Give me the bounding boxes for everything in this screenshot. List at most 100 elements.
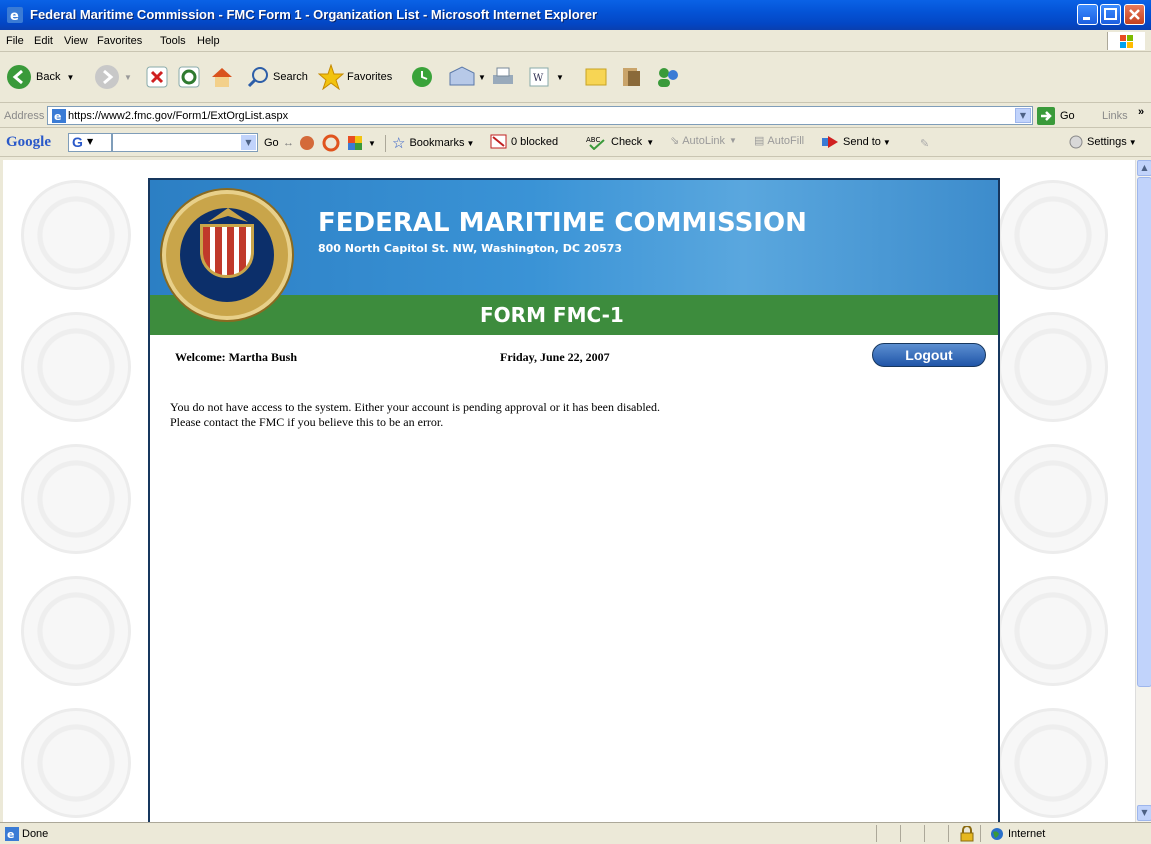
address-dropdown-icon[interactable]: ▼ bbox=[1015, 108, 1031, 123]
spiral-icon[interactable] bbox=[322, 134, 340, 152]
forward-arrow-icon bbox=[95, 65, 119, 89]
refresh-button[interactable] bbox=[178, 63, 200, 91]
research-button[interactable] bbox=[620, 63, 644, 91]
puzzle-dropdown-icon[interactable]: ▼ bbox=[368, 139, 376, 148]
ie-logo-icon: e bbox=[7, 7, 23, 23]
autolink-icon: ⇘ bbox=[670, 135, 680, 147]
menu-view[interactable]: View bbox=[64, 35, 88, 47]
messenger-button[interactable] bbox=[654, 63, 682, 91]
watermark-seal-icon bbox=[21, 444, 131, 554]
arrows-icon[interactable]: ↔ bbox=[283, 137, 294, 149]
favorites-star-icon bbox=[318, 64, 344, 90]
chevron-right-icon[interactable]: » bbox=[1138, 106, 1144, 118]
puzzle-icon[interactable] bbox=[346, 134, 364, 152]
svg-text:e: e bbox=[54, 110, 61, 123]
form-title: FORM FMC-1 bbox=[480, 303, 624, 327]
google-toolbar: Google G ▼ ▼ Go ↔ ▼ ☆ Bookmarks ▼ 0 bloc… bbox=[0, 129, 1151, 157]
shield-icon bbox=[200, 224, 254, 278]
settings-icon bbox=[1069, 135, 1083, 149]
history-button[interactable] bbox=[410, 63, 434, 91]
menu-file[interactable]: File bbox=[6, 35, 24, 47]
settings-button[interactable]: Settings ▼ bbox=[1068, 134, 1137, 150]
lock-icon[interactable] bbox=[960, 826, 974, 842]
content-panel: FEDERAL MARITIME COMMISSION 800 North Ca… bbox=[148, 178, 1000, 822]
page-header-title: FEDERAL MARITIME COMMISSION bbox=[318, 208, 807, 238]
minimize-button[interactable] bbox=[1077, 4, 1098, 25]
menu-edit[interactable]: Edit bbox=[34, 35, 53, 47]
forward-dropdown-icon: ▼ bbox=[124, 72, 132, 82]
spellcheck-button[interactable]: ABC Check ▼ bbox=[586, 134, 654, 150]
pencil-icon[interactable]: ✎ bbox=[920, 137, 929, 150]
security-zone: Internet bbox=[1008, 828, 1046, 840]
menu-bar: File Edit View Favorites Tools Help bbox=[0, 30, 1151, 52]
status-bar: e Done Internet bbox=[0, 822, 1151, 844]
forward-button[interactable]: ▼ bbox=[94, 63, 132, 91]
menu-tools[interactable]: Tools bbox=[160, 35, 186, 47]
autolink-button[interactable]: ⇘ AutoLink ▼ bbox=[670, 134, 737, 148]
print-button[interactable] bbox=[490, 63, 516, 91]
separator bbox=[924, 825, 925, 842]
send-to-button[interactable]: Send to ▼ bbox=[822, 134, 891, 150]
watermark-seal-icon bbox=[21, 576, 131, 686]
logout-button[interactable]: Logout bbox=[872, 343, 986, 367]
stop-button[interactable] bbox=[146, 63, 168, 91]
google-menu-button[interactable]: G ▼ bbox=[68, 133, 112, 152]
watermark-seal-icon bbox=[21, 180, 131, 290]
page-done-icon: e bbox=[5, 827, 19, 841]
autolink-dropdown-icon: ▼ bbox=[729, 136, 737, 145]
bookmarks-button[interactable]: ☆ Bookmarks ▼ bbox=[392, 134, 474, 152]
back-dropdown-icon: ▼ bbox=[66, 72, 75, 82]
back-button[interactable]: Back ▼ bbox=[6, 63, 74, 91]
popup-blocker-button[interactable]: 0 blocked bbox=[490, 134, 558, 150]
refresh-icon bbox=[178, 66, 200, 88]
home-button[interactable] bbox=[210, 63, 234, 91]
address-bar: Address e https://www2.fmc.gov/Form1/Ext… bbox=[0, 104, 1151, 128]
edit-dropdown-icon: ▼ bbox=[556, 72, 564, 82]
google-search-input[interactable]: ▼ bbox=[112, 133, 258, 152]
browser-window: e Federal Maritime Commission - FMC Form… bbox=[0, 0, 1151, 844]
separator bbox=[876, 825, 877, 842]
scroll-thumb[interactable] bbox=[1137, 177, 1151, 687]
maximize-button[interactable] bbox=[1100, 4, 1121, 25]
watermark-seal-icon bbox=[998, 180, 1108, 290]
window-title: Federal Maritime Commission - FMC Form 1… bbox=[30, 7, 598, 22]
scroll-up-icon[interactable]: ▲ bbox=[1137, 160, 1151, 176]
scroll-down-icon[interactable]: ▼ bbox=[1137, 805, 1151, 821]
stop-icon bbox=[146, 66, 168, 88]
search-button[interactable]: Search bbox=[246, 63, 308, 91]
favorites-button[interactable]: Favorites bbox=[318, 63, 392, 91]
bookmarks-dropdown-icon: ▼ bbox=[466, 138, 475, 148]
menu-favorites[interactable]: Favorites bbox=[97, 35, 142, 47]
address-input[interactable]: e https://www2.fmc.gov/Form1/ExtOrgList.… bbox=[47, 106, 1033, 125]
current-date: Friday, June 22, 2007 bbox=[500, 350, 610, 364]
page-viewport: FEDERAL MARITIME COMMISSION 800 North Ca… bbox=[3, 160, 1135, 822]
google-g-icon: G bbox=[72, 134, 83, 150]
vertical-scrollbar[interactable]: ▲ ▼ bbox=[1135, 160, 1151, 822]
home-icon bbox=[212, 68, 232, 87]
maximize-icon bbox=[1104, 8, 1117, 20]
check-dropdown-icon: ▼ bbox=[646, 137, 655, 147]
links-button[interactable]: Links bbox=[1102, 110, 1128, 122]
svg-text:ABC: ABC bbox=[586, 136, 600, 144]
menu-help[interactable]: Help bbox=[197, 35, 220, 47]
standard-toolbar: Back ▼ ▼ Search Favorites ▼ W ▼ bbox=[0, 53, 1151, 103]
welcome-text: Welcome: Martha Bush bbox=[175, 350, 297, 364]
page-icon: e bbox=[52, 109, 66, 123]
popup-blocked-icon bbox=[490, 134, 507, 149]
discuss-button[interactable] bbox=[584, 63, 608, 91]
google-go-button[interactable]: Go bbox=[264, 137, 279, 149]
back-arrow-icon bbox=[7, 65, 31, 89]
close-button[interactable] bbox=[1124, 4, 1145, 25]
search-dropdown-icon[interactable]: ▼ bbox=[241, 135, 256, 150]
star-icon: ☆ bbox=[392, 135, 406, 152]
mail-icon bbox=[449, 66, 475, 86]
eagle-icon bbox=[208, 208, 248, 222]
pagerank-icon[interactable] bbox=[298, 134, 316, 152]
edit-word-button[interactable]: W ▼ bbox=[528, 63, 564, 91]
go-button[interactable]: Go bbox=[1037, 107, 1075, 125]
minimize-icon bbox=[1083, 17, 1090, 20]
separator bbox=[900, 825, 901, 842]
autofill-button[interactable]: ▤ AutoFill bbox=[754, 134, 804, 148]
mail-button[interactable]: ▼ bbox=[448, 63, 486, 91]
history-icon bbox=[412, 67, 432, 87]
